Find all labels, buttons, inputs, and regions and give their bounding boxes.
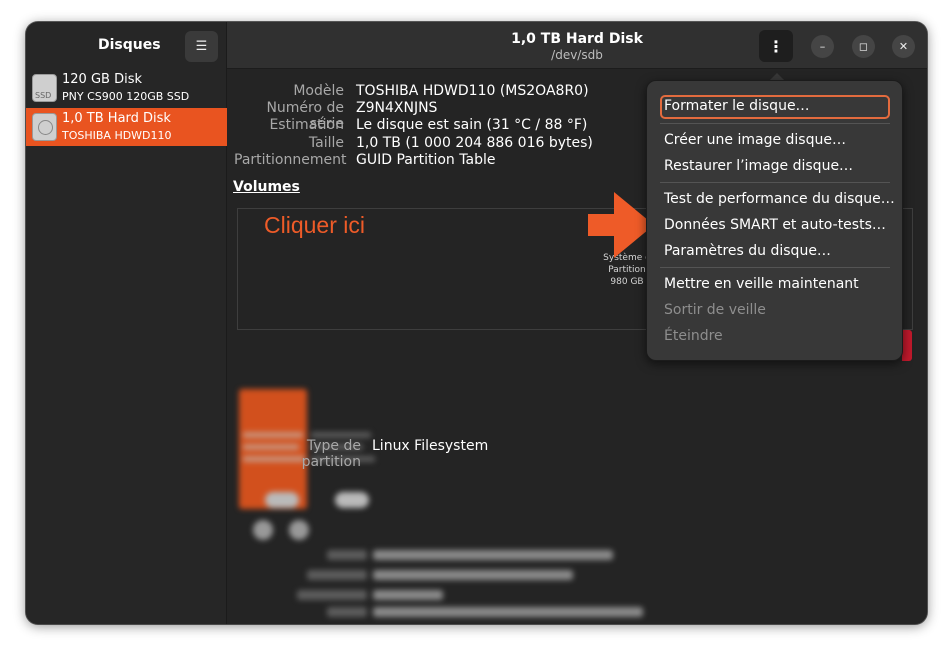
sidebar: Disques ☰ SSD 120 GB Disk PNY CS900 120G…	[26, 22, 227, 624]
partition-type-label: Type de partition	[301, 438, 361, 470]
disk-item-1tb[interactable]: 1,0 TB Hard Disk TOSHIBA HDWD110	[26, 108, 227, 146]
partition-type-value: Linux Filesystem	[372, 438, 489, 454]
hard-disk-icon	[32, 113, 57, 141]
minimize-icon[interactable]: –	[811, 35, 834, 58]
info-label-size: Taille	[308, 135, 344, 151]
info-value-size: 1,0 TB (1 000 204 886 016 bytes)	[356, 135, 593, 151]
disks-window: Disques ☰ SSD 120 GB Disk PNY CS900 120G…	[26, 22, 927, 624]
menu-separator	[660, 123, 890, 124]
info-value-assessment: Le disque est sain (31 °C / 88 °F)	[356, 117, 588, 133]
disk-model: PNY CS900 120GB SSD	[62, 90, 190, 103]
header-bar: 1,0 TB Hard Disk /dev/sdb ⋮ – ◻ ✕	[227, 22, 927, 69]
annotation-arrow-icon	[588, 192, 654, 258]
ssd-icon: SSD	[32, 74, 57, 102]
menu-item-create-image[interactable]: Créer une image disque…	[664, 132, 846, 148]
menu-separator	[660, 267, 890, 268]
close-icon[interactable]: ✕	[892, 35, 915, 58]
info-label-partitioning: Partitionnement	[234, 152, 347, 168]
info-label-assessment: Estimation	[269, 117, 344, 133]
disk-name: 1,0 TB Hard Disk	[62, 111, 171, 126]
menu-item-format[interactable]: Formater le disque…	[664, 98, 810, 114]
menu-item-disk-settings[interactable]: Paramètres du disque…	[664, 243, 831, 259]
menu-item-wake-up: Sortir de veille	[664, 302, 766, 318]
menu-item-standby[interactable]: Mettre en veille maintenant	[664, 276, 859, 292]
info-value-model: TOSHIBA HDWD110 (MS2OA8R0)	[356, 83, 589, 99]
disk-menu-popover: Formater le disque… Créer une image disq…	[646, 80, 903, 361]
volumes-title: Volumes	[233, 179, 300, 195]
partition-strip	[902, 330, 912, 361]
menu-separator	[660, 182, 890, 183]
annotation-text: Cliquer ici	[264, 212, 365, 238]
disk-model: TOSHIBA HDWD110	[62, 129, 172, 142]
app-title: Disques	[98, 37, 161, 53]
vertical-dots-icon[interactable]: ⋮	[759, 30, 793, 62]
info-label-model: Modèle	[293, 83, 344, 99]
menu-item-restore-image[interactable]: Restaurer l’image disque…	[664, 158, 853, 174]
disk-item-120gb[interactable]: SSD 120 GB Disk PNY CS900 120GB SSD	[26, 69, 227, 107]
menu-item-smart[interactable]: Données SMART et auto-tests…	[664, 217, 886, 233]
hamburger-icon[interactable]: ☰	[185, 31, 218, 62]
menu-item-power-off: Éteindre	[664, 328, 723, 344]
disk-name: 120 GB Disk	[62, 72, 142, 87]
maximize-icon[interactable]: ◻	[852, 35, 875, 58]
info-value-serial: Z9N4XNJNS	[356, 100, 438, 116]
sidebar-header: Disques ☰	[26, 22, 227, 69]
info-value-partitioning: GUID Partition Table	[356, 152, 496, 168]
menu-item-benchmark[interactable]: Test de performance du disque…	[664, 191, 895, 207]
